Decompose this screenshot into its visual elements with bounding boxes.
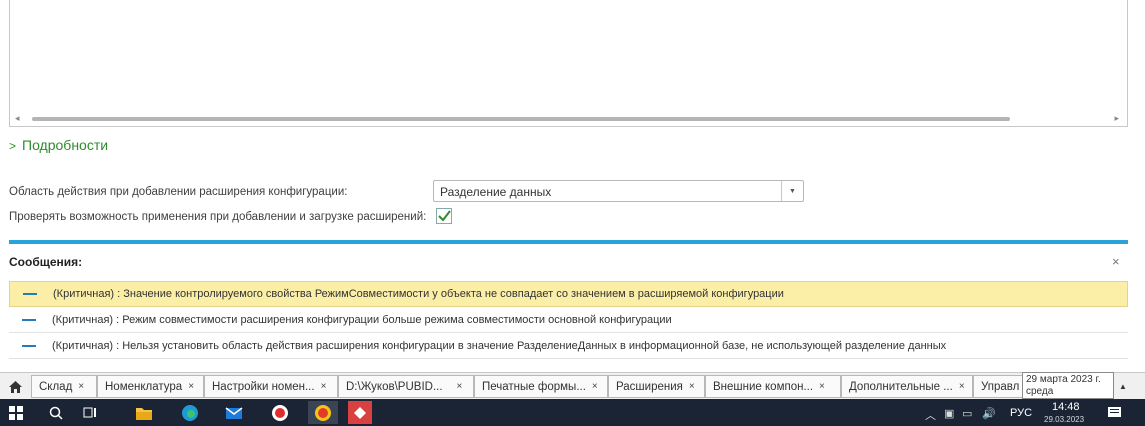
chevron-right-icon: > [9, 139, 17, 153]
close-tab-icon[interactable]: × [188, 381, 194, 392]
dropdown-arrow-icon[interactable]: ▼ [781, 181, 803, 201]
close-tab-icon[interactable]: × [689, 381, 695, 392]
tab-external-components[interactable]: Внешние компон... × [705, 375, 841, 398]
scope-label: Область действия при добавлении расширен… [9, 186, 348, 198]
open-windows-tabbar: Склад × Номенклатура × Настройки номен... ×… [0, 372, 1145, 399]
scrollbar-thumb[interactable] [32, 117, 1010, 121]
tab-label: Внешние компон... [713, 380, 814, 393]
task-view-icon[interactable] [80, 403, 100, 423]
message-item[interactable]: (Критичная) : Нельзя установить область … [9, 333, 1128, 359]
tab-label: Склад [39, 380, 73, 393]
tab-label: Печатные формы... [482, 380, 586, 393]
tab-label: Настройки номен... [212, 380, 315, 393]
date-tooltip: 29 марта 2023 г. среда [1022, 372, 1114, 399]
message-text: (Критичная) : Значение контролируемого с… [53, 288, 784, 300]
message-item[interactable]: (Критичная) : Режим совместимости расшир… [9, 307, 1128, 333]
windows-taskbar: ︿ ▣ ▭ 🔊 РУС 14:48 29.03.2023 [0, 399, 1145, 426]
scroll-left-icon[interactable]: ◂ [15, 113, 20, 124]
message-text: (Критичная) : Режим совместимости расшир… [52, 313, 672, 326]
input-language[interactable]: РУС [1010, 407, 1032, 419]
message-marker-icon [23, 293, 37, 295]
tabs-scroll-up-icon[interactable]: ▲ [1113, 377, 1133, 396]
checkmark-icon [437, 210, 451, 222]
tab-file-path[interactable]: D:\Жуков\PUBID... × [338, 375, 474, 398]
tab-print-forms[interactable]: Печатные формы... × [474, 375, 608, 398]
tooltip-weekday: среда [1026, 386, 1054, 397]
details-label: Подробности [22, 137, 109, 153]
scope-select[interactable]: Разделение данных ▼ [433, 180, 804, 202]
clock-time[interactable]: 14:48 [1052, 401, 1080, 413]
home-icon[interactable] [4, 377, 26, 397]
close-tab-icon[interactable]: × [959, 381, 965, 392]
tab-label: D:\Жуков\PUBID... [346, 380, 443, 393]
message-marker-icon [22, 344, 36, 347]
file-explorer-icon[interactable] [134, 403, 154, 423]
message-text: (Критичная) : Нельзя установить область … [52, 339, 947, 352]
tab-label: Управл [981, 380, 1020, 393]
tab-nomenclature-settings[interactable]: Настройки номен... × [204, 375, 338, 398]
tab-extensions[interactable]: Расширения × [608, 375, 705, 398]
messages-title: Сообщения: [9, 255, 83, 269]
tab-label: Дополнительные ... [849, 380, 953, 393]
edge-browser-icon[interactable] [180, 403, 200, 423]
check-applicability-checkbox[interactable] [436, 208, 452, 224]
messages-divider [9, 240, 1128, 244]
tab-additional[interactable]: Дополнительные ... × [841, 375, 973, 398]
content-panel: ◂ ▸ [9, 0, 1128, 127]
mail-icon[interactable] [224, 403, 244, 423]
details-toggle[interactable]: > Подробности [9, 137, 108, 153]
close-tab-icon[interactable]: × [321, 381, 327, 392]
message-item[interactable]: (Критичная) : Значение контролируемого с… [9, 281, 1128, 307]
horizontal-scrollbar[interactable]: ◂ ▸ [10, 112, 1127, 126]
message-marker-icon [22, 318, 36, 321]
tab-label: Номенклатура [105, 380, 183, 393]
tab-warehouse[interactable]: Склад × [31, 375, 97, 398]
network-icon[interactable]: ▭ [962, 407, 972, 420]
tray-expand-icon[interactable]: ︿ [925, 407, 936, 423]
check-label: Проверять возможность применения при доб… [9, 211, 427, 223]
messages-list: (Критичная) : Значение контролируемого с… [9, 281, 1128, 359]
volume-icon[interactable]: 🔊 [982, 407, 996, 420]
windows-start-icon[interactable] [6, 403, 26, 423]
scope-select-value: Разделение данных [440, 185, 552, 199]
close-tab-icon[interactable]: × [819, 381, 825, 392]
close-messages-icon[interactable]: × [1112, 254, 1120, 269]
tab-nomenclature[interactable]: Номенклатура × [97, 375, 204, 398]
yandex-browser-icon[interactable] [270, 403, 290, 423]
anydesk-icon[interactable] [348, 401, 372, 424]
search-icon[interactable] [46, 403, 66, 423]
clock-date[interactable]: 29.03.2023 [1044, 415, 1084, 424]
scroll-right-icon[interactable]: ▸ [1114, 113, 1119, 124]
close-tab-icon[interactable]: × [592, 381, 598, 392]
close-tab-icon[interactable]: × [78, 381, 84, 392]
tab-label: Расширения [616, 380, 683, 393]
1c-app-icon[interactable] [308, 401, 338, 424]
tooltip-date: 29 марта 2023 г. [1026, 374, 1101, 385]
notifications-icon[interactable] [1104, 403, 1124, 423]
app-window: ◂ ▸ > Подробности Область действия при до… [0, 0, 1145, 426]
tray-app-icon[interactable]: ▣ [944, 407, 954, 420]
close-tab-icon[interactable]: × [457, 381, 463, 392]
